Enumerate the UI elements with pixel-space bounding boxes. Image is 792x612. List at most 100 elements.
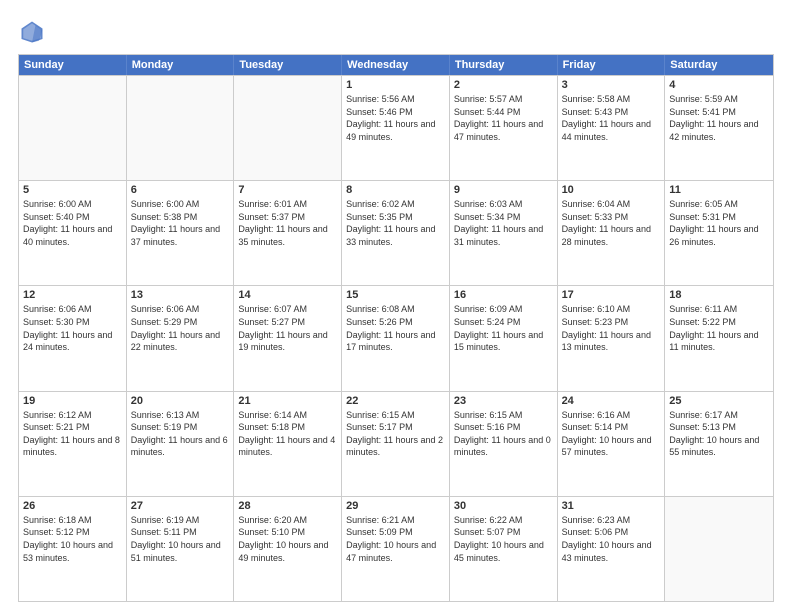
cell-day-number: 9: [454, 184, 553, 196]
calendar-cell: 6 Sunrise: 6:00 AM Sunset: 5:38 PM Daylig…: [127, 181, 235, 285]
cell-day-number: 11: [669, 184, 769, 196]
cell-daylight-info: Sunrise: 5:58 AM Sunset: 5:43 PM Dayligh…: [562, 93, 661, 143]
calendar-row: 19 Sunrise: 6:12 AM Sunset: 5:21 PM Dayli…: [19, 391, 773, 496]
cell-daylight-info: Sunrise: 6:16 AM Sunset: 5:14 PM Dayligh…: [562, 409, 661, 459]
cell-daylight-info: Sunrise: 6:08 AM Sunset: 5:26 PM Dayligh…: [346, 303, 445, 353]
weekday-header: Wednesday: [342, 55, 450, 75]
cell-day-number: 24: [562, 395, 661, 407]
calendar-body: 1Sunrise: 5:56 AM Sunset: 5:46 PM Daylig…: [19, 75, 773, 601]
calendar-cell: 14 Sunrise: 6:07 AM Sunset: 5:27 PM Dayli…: [234, 286, 342, 390]
calendar-cell: 21 Sunrise: 6:14 AM Sunset: 5:18 PM Dayli…: [234, 392, 342, 496]
cell-day-number: 27: [131, 500, 230, 512]
calendar-cell: 9 Sunrise: 6:03 AM Sunset: 5:34 PM Daylig…: [450, 181, 558, 285]
calendar-cell: 22Sunrise: 6:15 AM Sunset: 5:17 PM Dayli…: [342, 392, 450, 496]
calendar-cell: 28 Sunrise: 6:20 AM Sunset: 5:10 PM Dayli…: [234, 497, 342, 601]
calendar: SundayMondayTuesdayWednesdayThursdayFrid…: [18, 54, 774, 602]
cell-day-number: 4: [669, 79, 769, 91]
weekday-header: Sunday: [19, 55, 127, 75]
cell-day-number: 5: [23, 184, 122, 196]
calendar-cell: [234, 76, 342, 180]
calendar-cell: 8 Sunrise: 6:02 AM Sunset: 5:35 PM Daylig…: [342, 181, 450, 285]
cell-day-number: 19: [23, 395, 122, 407]
cell-day-number: 6: [131, 184, 230, 196]
cell-daylight-info: Sunrise: 6:11 AM Sunset: 5:22 PM Dayligh…: [669, 303, 769, 353]
cell-day-number: 7: [238, 184, 337, 196]
calendar-cell: 4 Sunrise: 5:59 AM Sunset: 5:41 PM Daylig…: [665, 76, 773, 180]
calendar-row: 12Sunrise: 6:06 AM Sunset: 5:30 PM Dayli…: [19, 285, 773, 390]
cell-daylight-info: Sunrise: 6:00 AM Sunset: 5:40 PM Dayligh…: [23, 198, 122, 248]
cell-daylight-info: Sunrise: 6:06 AM Sunset: 5:29 PM Dayligh…: [131, 303, 230, 353]
cell-daylight-info: Sunrise: 6:23 AM Sunset: 5:06 PM Dayligh…: [562, 514, 661, 564]
cell-day-number: 20: [131, 395, 230, 407]
cell-day-number: 30: [454, 500, 553, 512]
calendar-cell: 1Sunrise: 5:56 AM Sunset: 5:46 PM Daylig…: [342, 76, 450, 180]
cell-day-number: 25: [669, 395, 769, 407]
calendar-cell: 5 Sunrise: 6:00 AM Sunset: 5:40 PM Daylig…: [19, 181, 127, 285]
calendar-cell: 31 Sunrise: 6:23 AM Sunset: 5:06 PM Dayli…: [558, 497, 666, 601]
cell-daylight-info: Sunrise: 6:05 AM Sunset: 5:31 PM Dayligh…: [669, 198, 769, 248]
cell-day-number: 3: [562, 79, 661, 91]
cell-day-number: 28: [238, 500, 337, 512]
weekday-header: Friday: [558, 55, 666, 75]
cell-daylight-info: Sunrise: 6:13 AM Sunset: 5:19 PM Dayligh…: [131, 409, 230, 459]
cell-day-number: 13: [131, 289, 230, 301]
weekday-header: Thursday: [450, 55, 558, 75]
calendar-cell: 13 Sunrise: 6:06 AM Sunset: 5:29 PM Dayli…: [127, 286, 235, 390]
calendar-cell: 12Sunrise: 6:06 AM Sunset: 5:30 PM Dayli…: [19, 286, 127, 390]
cell-day-number: 14: [238, 289, 337, 301]
calendar-row: 1Sunrise: 5:56 AM Sunset: 5:46 PM Daylig…: [19, 75, 773, 180]
cell-daylight-info: Sunrise: 5:57 AM Sunset: 5:44 PM Dayligh…: [454, 93, 553, 143]
weekday-header: Monday: [127, 55, 235, 75]
calendar-cell: 2 Sunrise: 5:57 AM Sunset: 5:44 PM Daylig…: [450, 76, 558, 180]
cell-day-number: 16: [454, 289, 553, 301]
cell-daylight-info: Sunrise: 6:20 AM Sunset: 5:10 PM Dayligh…: [238, 514, 337, 564]
calendar-cell: 11 Sunrise: 6:05 AM Sunset: 5:31 PM Dayli…: [665, 181, 773, 285]
calendar-cell: 19 Sunrise: 6:12 AM Sunset: 5:21 PM Dayli…: [19, 392, 127, 496]
cell-daylight-info: Sunrise: 6:07 AM Sunset: 5:27 PM Dayligh…: [238, 303, 337, 353]
weekday-header: Tuesday: [234, 55, 342, 75]
calendar-cell: 30 Sunrise: 6:22 AM Sunset: 5:07 PM Dayli…: [450, 497, 558, 601]
calendar-cell: 17Sunrise: 6:10 AM Sunset: 5:23 PM Dayli…: [558, 286, 666, 390]
cell-day-number: 22: [346, 395, 445, 407]
cell-day-number: 1: [346, 79, 445, 91]
calendar-cell: [127, 76, 235, 180]
cell-daylight-info: Sunrise: 6:17 AM Sunset: 5:13 PM Dayligh…: [669, 409, 769, 459]
calendar-cell: 16Sunrise: 6:09 AM Sunset: 5:24 PM Dayli…: [450, 286, 558, 390]
cell-daylight-info: Sunrise: 6:12 AM Sunset: 5:21 PM Dayligh…: [23, 409, 122, 459]
calendar-page: SundayMondayTuesdayWednesdayThursdayFrid…: [0, 0, 792, 612]
logo-icon: [18, 18, 46, 46]
cell-daylight-info: Sunrise: 5:59 AM Sunset: 5:41 PM Dayligh…: [669, 93, 769, 143]
calendar-cell: [19, 76, 127, 180]
cell-day-number: 31: [562, 500, 661, 512]
cell-day-number: 21: [238, 395, 337, 407]
cell-day-number: 15: [346, 289, 445, 301]
cell-daylight-info: Sunrise: 6:02 AM Sunset: 5:35 PM Dayligh…: [346, 198, 445, 248]
cell-day-number: 2: [454, 79, 553, 91]
calendar-cell: 20 Sunrise: 6:13 AM Sunset: 5:19 PM Dayli…: [127, 392, 235, 496]
cell-day-number: 29: [346, 500, 445, 512]
cell-day-number: 23: [454, 395, 553, 407]
calendar-cell: 26 Sunrise: 6:18 AM Sunset: 5:12 PM Dayli…: [19, 497, 127, 601]
logo: [18, 18, 50, 46]
cell-day-number: 26: [23, 500, 122, 512]
cell-daylight-info: Sunrise: 6:14 AM Sunset: 5:18 PM Dayligh…: [238, 409, 337, 459]
cell-day-number: 12: [23, 289, 122, 301]
cell-daylight-info: Sunrise: 6:22 AM Sunset: 5:07 PM Dayligh…: [454, 514, 553, 564]
calendar-header: SundayMondayTuesdayWednesdayThursdayFrid…: [19, 55, 773, 75]
calendar-cell: 15 Sunrise: 6:08 AM Sunset: 5:26 PM Dayli…: [342, 286, 450, 390]
cell-daylight-info: Sunrise: 6:19 AM Sunset: 5:11 PM Dayligh…: [131, 514, 230, 564]
calendar-cell: 24 Sunrise: 6:16 AM Sunset: 5:14 PM Dayli…: [558, 392, 666, 496]
calendar-row: 5 Sunrise: 6:00 AM Sunset: 5:40 PM Daylig…: [19, 180, 773, 285]
weekday-header: Saturday: [665, 55, 773, 75]
calendar-cell: 18 Sunrise: 6:11 AM Sunset: 5:22 PM Dayli…: [665, 286, 773, 390]
cell-day-number: 17: [562, 289, 661, 301]
calendar-cell: 29Sunrise: 6:21 AM Sunset: 5:09 PM Dayli…: [342, 497, 450, 601]
cell-day-number: 8: [346, 184, 445, 196]
cell-daylight-info: Sunrise: 6:15 AM Sunset: 5:16 PM Dayligh…: [454, 409, 553, 459]
cell-daylight-info: Sunrise: 6:03 AM Sunset: 5:34 PM Dayligh…: [454, 198, 553, 248]
cell-daylight-info: Sunrise: 6:18 AM Sunset: 5:12 PM Dayligh…: [23, 514, 122, 564]
cell-daylight-info: Sunrise: 6:01 AM Sunset: 5:37 PM Dayligh…: [238, 198, 337, 248]
cell-daylight-info: Sunrise: 6:00 AM Sunset: 5:38 PM Dayligh…: [131, 198, 230, 248]
cell-day-number: 10: [562, 184, 661, 196]
cell-day-number: 18: [669, 289, 769, 301]
